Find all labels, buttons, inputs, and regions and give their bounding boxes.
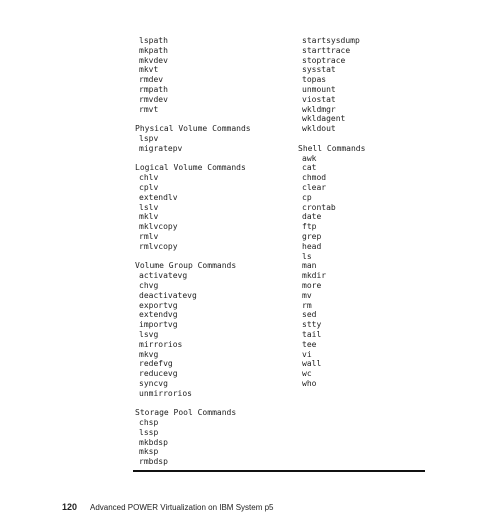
book-title: Advanced POWER Virtualization on IBM Sys… xyxy=(90,503,274,512)
section-heading: Volume Group Commands xyxy=(135,261,237,271)
command-item: mkbdsp xyxy=(139,437,168,447)
command-item: ftp xyxy=(302,222,317,232)
command-item: rmlvcopy xyxy=(139,241,178,251)
command-item: head xyxy=(302,241,322,251)
command-item: mklvcopy xyxy=(139,222,178,232)
command-item: who xyxy=(302,378,317,388)
page-number: 120 xyxy=(62,502,78,512)
command-item: wkldout xyxy=(302,124,336,134)
command-item: chlv xyxy=(139,173,159,183)
section-spacer xyxy=(135,398,251,408)
command-item: sysstat xyxy=(302,65,336,75)
command-item: mkvt xyxy=(139,65,159,75)
section-heading: Shell Commands xyxy=(298,143,366,153)
command-item: tail xyxy=(302,329,322,339)
command-item: crontab xyxy=(302,202,336,212)
command-item: viostat xyxy=(302,94,336,104)
command-item: extendlv xyxy=(139,192,178,202)
command-item: man xyxy=(302,261,317,271)
command-item: lslv xyxy=(139,202,159,212)
command-item: importvg xyxy=(139,320,178,330)
command-item: wkldagent xyxy=(302,114,346,124)
command-item: rmdev xyxy=(139,75,164,85)
command-item: stty xyxy=(302,320,322,330)
section-heading: Physical Volume Commands xyxy=(135,124,251,134)
page-footer: 120 Advanced POWER Virtualization on IBM … xyxy=(62,502,274,512)
command-item: sed xyxy=(302,310,317,320)
command-item: mkpath xyxy=(139,45,168,55)
command-item: rmbdsp xyxy=(139,457,168,467)
command-item: starttrace xyxy=(302,45,351,55)
command-item: mkdir xyxy=(302,271,327,281)
section-heading: Logical Volume Commands xyxy=(135,163,246,173)
command-item: clear xyxy=(302,182,327,192)
section-spacer xyxy=(298,134,365,144)
command-item: rm xyxy=(302,300,312,310)
command-item: mklv xyxy=(139,212,159,222)
command-item: rmpath xyxy=(139,84,168,94)
command-item: mkvdev xyxy=(139,55,168,65)
command-item: date xyxy=(302,212,322,222)
command-item: vi xyxy=(302,349,312,359)
command-item: unmount xyxy=(302,84,336,94)
command-item: ls xyxy=(302,251,312,261)
command-item: chmod xyxy=(302,173,327,183)
section-heading: Storage Pool Commands xyxy=(135,408,237,418)
command-item: wc xyxy=(302,369,312,379)
section-end-rule xyxy=(133,470,425,472)
command-item: rmvdev xyxy=(139,94,168,104)
command-item: unmirrorios xyxy=(139,388,192,398)
command-item: exportvg xyxy=(139,300,178,310)
left-command-column: lspath mkpath mkvdev mkvt rmdev rmpath rmvdev r… xyxy=(135,36,251,467)
command-item: lspv xyxy=(139,133,159,143)
command-item: rmlv xyxy=(139,231,159,241)
command-item: migratepv xyxy=(139,143,183,153)
command-item: syncvg xyxy=(139,378,168,388)
command-item: reducevg xyxy=(139,369,178,379)
command-item: lssp xyxy=(139,427,159,437)
command-item: extendvg xyxy=(139,310,178,320)
command-item: topas xyxy=(302,75,327,85)
command-item: wkldmgr xyxy=(302,104,336,114)
command-item: rmvt xyxy=(139,104,159,114)
section-spacer xyxy=(135,114,251,124)
command-item: cplv xyxy=(139,182,159,192)
command-item: cat xyxy=(302,163,317,173)
section-spacer xyxy=(135,252,251,262)
command-item: mv xyxy=(302,290,312,300)
command-item: redefvg xyxy=(139,359,173,369)
command-item: mkvg xyxy=(139,349,159,359)
command-item: mksp xyxy=(139,447,159,457)
command-item: grep xyxy=(302,231,322,241)
section-spacer xyxy=(135,154,251,164)
command-item: awk xyxy=(302,153,317,163)
command-item: deactivatevg xyxy=(139,290,197,300)
command-item: cp xyxy=(302,192,312,202)
command-item: mirrorios xyxy=(139,339,183,349)
command-item: lspath xyxy=(139,36,168,45)
command-item: chvg xyxy=(139,280,159,290)
command-item: wall xyxy=(302,359,322,369)
command-item: tee xyxy=(302,339,317,349)
right-command-column: startsysdump starttrace stoptrace sysstat to… xyxy=(298,36,365,389)
command-item: lsvg xyxy=(139,329,159,339)
command-item: stoptrace xyxy=(302,55,346,65)
command-item: chsp xyxy=(139,418,159,428)
command-item: startsysdump xyxy=(302,36,360,45)
command-item: more xyxy=(302,280,322,290)
command-item: activatevg xyxy=(139,271,188,281)
